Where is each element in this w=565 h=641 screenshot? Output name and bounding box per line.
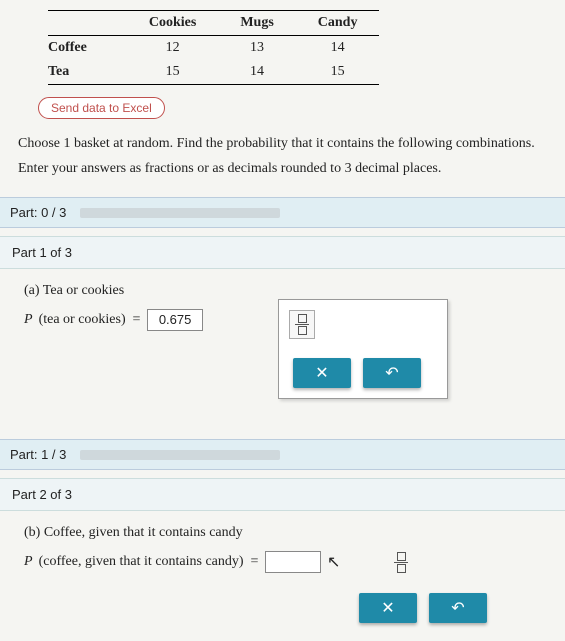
fraction-num-icon — [397, 552, 406, 561]
undo-button[interactable]: ↶ — [429, 593, 487, 623]
problem-prompt: Choose 1 basket at random. Find the prob… — [18, 131, 547, 181]
cursor-icon: ↖ — [327, 552, 340, 572]
fraction-button[interactable] — [289, 310, 315, 339]
cell: 15 — [296, 60, 380, 85]
event-desc: (tea or cookies) — [39, 312, 126, 328]
cell: 15 — [127, 60, 218, 85]
clear-button[interactable]: ✕ — [293, 358, 351, 388]
prompt-text: Choose — [18, 136, 64, 151]
part-progress-1: Part: 1 / 3 — [0, 439, 565, 470]
part-label: Part: 1 / 3 — [10, 447, 66, 462]
prompt-text: decimal places. — [352, 161, 442, 176]
part-2-header: Part 2 of 3 — [0, 478, 565, 511]
prompt-text: Enter your answers as fractions or as de… — [18, 161, 345, 176]
cell: 14 — [218, 60, 295, 85]
col-blank — [48, 11, 127, 36]
p-symbol: P — [24, 554, 33, 570]
question-a-label: (a) Tea or cookies — [24, 283, 541, 299]
col-mugs: Mugs — [218, 11, 295, 36]
undo-button[interactable]: ↶ — [363, 358, 421, 388]
p-symbol: P — [24, 312, 33, 328]
data-table: Cookies Mugs Candy Coffee 12 13 14 Tea 1… — [48, 10, 379, 85]
fraction-button[interactable] — [392, 552, 410, 573]
row-tea-label: Tea — [48, 60, 127, 85]
progress-bar — [80, 208, 280, 218]
event-desc: (coffee, given that it contains candy) — [39, 554, 244, 570]
progress-bar — [80, 450, 280, 460]
cell: 12 — [127, 36, 218, 61]
fraction-bar-icon — [394, 562, 408, 563]
col-candy: Candy — [296, 11, 380, 36]
table-row: Coffee 12 13 14 — [48, 36, 379, 61]
answer-input-a[interactable]: 0.675 — [147, 309, 203, 331]
send-data-button[interactable]: Send data to Excel — [38, 97, 165, 119]
col-cookies: Cookies — [127, 11, 218, 36]
table-row: Tea 15 14 15 — [48, 60, 379, 85]
clear-button[interactable]: ✕ — [359, 593, 417, 623]
equals: = — [250, 554, 259, 570]
fraction-bar-icon — [295, 324, 309, 325]
part-label: Part: 0 / 3 — [10, 205, 66, 220]
answer-input-b[interactable] — [265, 551, 321, 573]
fraction-num-icon — [298, 314, 307, 323]
fraction-den-icon — [397, 564, 406, 573]
equation-b: P(coffee, given that it contains candy) … — [24, 551, 541, 573]
row-coffee-label: Coffee — [48, 36, 127, 61]
part-progress-0: Part: 0 / 3 — [0, 197, 565, 228]
cell: 14 — [296, 36, 380, 61]
prompt-number: 1 — [64, 136, 71, 151]
question-b-label: (b) Coffee, given that it contains candy — [24, 525, 541, 541]
part-1-header: Part 1 of 3 — [0, 236, 565, 269]
prompt-text: basket at random. Find the probability t… — [71, 136, 535, 151]
math-toolbox: ✕ ↶ — [278, 299, 448, 399]
fraction-den-icon — [298, 326, 307, 335]
cell: 13 — [218, 36, 295, 61]
equals: = — [132, 312, 141, 328]
prompt-number: 3 — [345, 161, 352, 176]
